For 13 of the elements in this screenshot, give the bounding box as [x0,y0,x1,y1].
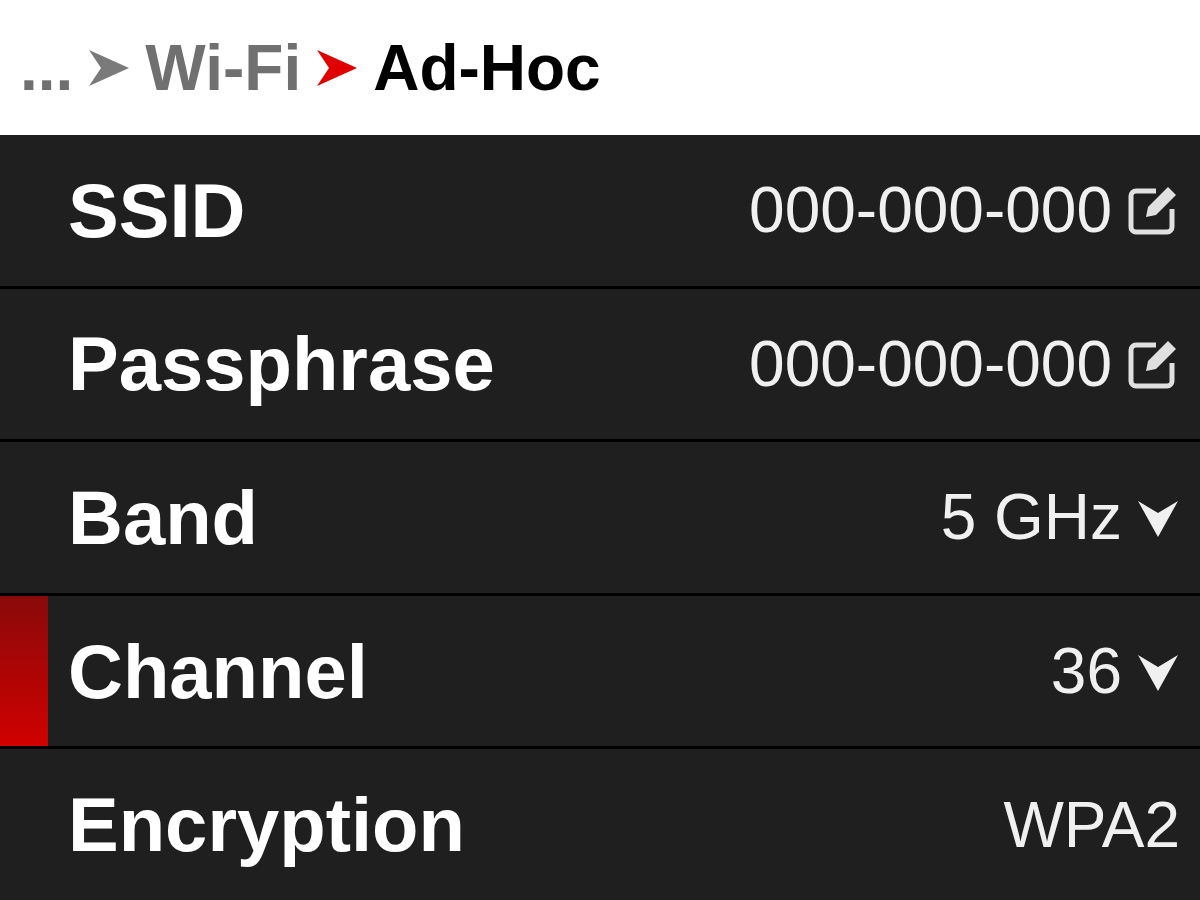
setting-label: Channel [68,627,368,715]
setting-label: Band [68,474,258,561]
setting-value[interactable]: 000-000-000 [749,326,1112,401]
setting-value[interactable]: 36 [1050,634,1122,709]
breadcrumb-item: Ad-Hoc [373,30,601,105]
setting-value[interactable]: 000-000-000 [749,173,1112,248]
breadcrumb-item[interactable]: ... [20,30,74,105]
setting-value[interactable]: 5 GHz [940,480,1122,555]
setting-label: Passphrase [68,320,495,408]
setting-label: Encryption [68,781,465,869]
breadcrumb-item[interactable]: Wi-Fi [145,30,302,105]
setting-value: WPA2 [1003,787,1180,862]
setting-label: SSID [68,166,246,254]
